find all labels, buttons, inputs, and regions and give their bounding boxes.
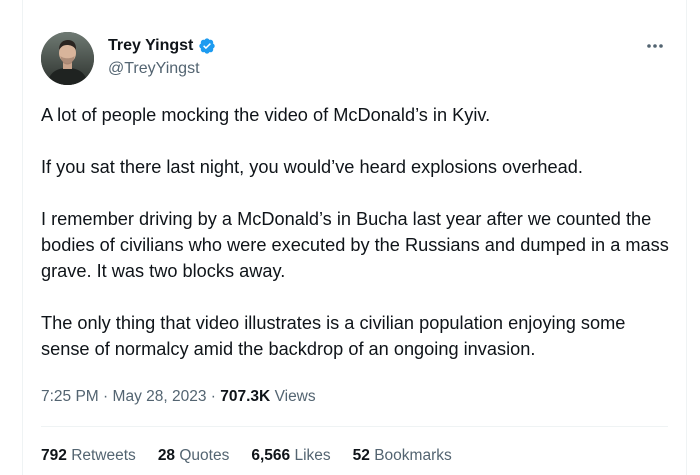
tweet-time: 7:25 PM: [41, 388, 99, 405]
tweet-card: Trey Yingst @TreyYingst A lot of people …: [22, 0, 687, 475]
views-count: 707.3K: [220, 388, 271, 405]
quotes-stat[interactable]: 28 Quotes: [158, 446, 230, 466]
tweet-paragraph: If you sat there last night, you would’v…: [41, 157, 583, 177]
page: Trey Yingst @TreyYingst A lot of people …: [0, 0, 700, 475]
tweet-text: A lot of people mocking the video of McD…: [41, 102, 671, 362]
tweet-paragraph: I remember driving by a McDonald’s in Bu…: [41, 209, 669, 281]
avatar[interactable]: [41, 32, 94, 85]
engagement-stats: 792 Retweets 28 Quotes 6,566 Likes 52 Bo…: [41, 446, 452, 466]
meta-separator: ·: [210, 388, 216, 405]
tweet-paragraph: The only thing that video illustrates is…: [41, 313, 626, 359]
likes-label: Likes: [294, 447, 331, 464]
tweet-meta: 7:25 PM · May 28, 2023 · 707.3K Views: [41, 387, 316, 407]
author-handle[interactable]: @TreyYingst: [108, 59, 200, 79]
views-label: Views: [274, 388, 316, 405]
divider: [41, 426, 668, 427]
meta-separator: ·: [103, 388, 109, 405]
verified-badge-icon: [198, 37, 216, 55]
quotes-count: 28: [157, 447, 176, 464]
bookmarks-stat[interactable]: 52 Bookmarks: [353, 446, 452, 466]
likes-stat[interactable]: 6,566 Likes: [251, 446, 330, 466]
author-name-row: Trey Yingst: [108, 36, 216, 56]
tweet-paragraph: A lot of people mocking the video of McD…: [41, 105, 491, 125]
retweets-stat[interactable]: 792 Retweets: [41, 446, 136, 466]
more-options-icon[interactable]: [644, 36, 666, 56]
retweets-count: 792: [41, 447, 67, 464]
quotes-label: Quotes: [179, 447, 230, 464]
bookmarks-label: Bookmarks: [374, 447, 452, 464]
tweet-date: May 28, 2023: [112, 388, 207, 405]
author-display-name[interactable]: Trey Yingst: [108, 36, 193, 56]
retweets-label: Retweets: [71, 447, 136, 464]
tweet-timestamp-link[interactable]: 7:25 PM · May 28, 2023: [41, 388, 206, 405]
bookmarks-count: 52: [352, 447, 370, 464]
likes-count: 6,566: [251, 447, 291, 464]
avatar-image: [41, 32, 94, 85]
